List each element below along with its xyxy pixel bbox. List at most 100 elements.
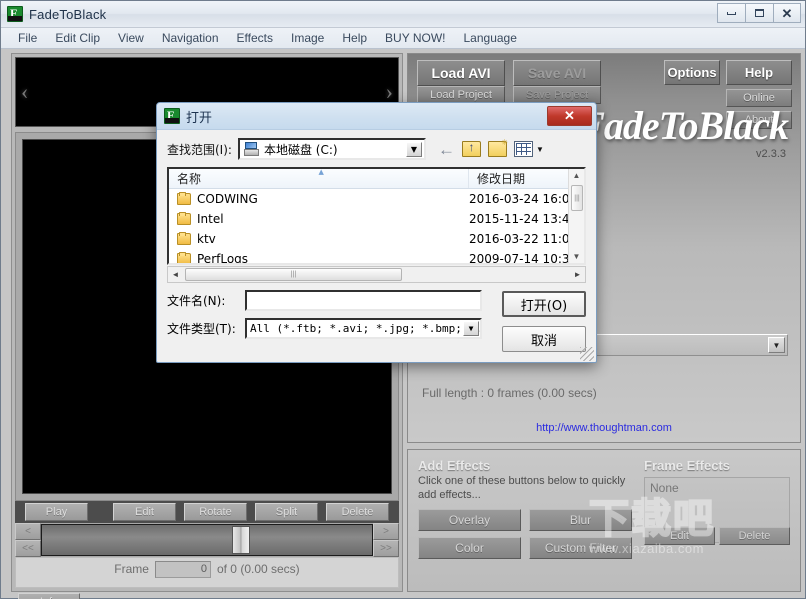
dialog-app-icon bbox=[164, 107, 180, 124]
look-in-combo[interactable]: 本地磁盘 (C:) ▼ bbox=[237, 138, 426, 160]
filetype-label: 文件类型(T): bbox=[167, 322, 236, 336]
drive-icon bbox=[243, 142, 260, 156]
filmstrip-prev-arrow[interactable]: ‹ bbox=[16, 79, 33, 105]
folder-icon bbox=[177, 252, 191, 263]
help-button[interactable]: Help bbox=[726, 60, 792, 85]
menu-item-help[interactable]: Help bbox=[333, 29, 376, 47]
file-name-cell: Intel bbox=[169, 212, 469, 226]
frame-label: Frame bbox=[114, 562, 149, 576]
timeline-right-nav: > >> bbox=[373, 523, 399, 557]
timeline-next-frame-button[interactable]: > bbox=[373, 523, 399, 540]
column-header-date[interactable]: 修改日期 bbox=[469, 169, 584, 188]
column-header-name[interactable]: 名称 bbox=[169, 168, 469, 188]
filetype-select[interactable]: All (*.ftb; *.avi; *.jpg; *.bmp; *.v ▼ bbox=[245, 318, 482, 339]
info-button[interactable]: Info bbox=[18, 593, 80, 599]
website-link[interactable]: http://www.thoughtman.com bbox=[408, 422, 800, 434]
overlay-effect-button[interactable]: Overlay bbox=[418, 508, 521, 531]
look-in-value: 本地磁盘 (C:) bbox=[263, 142, 338, 157]
file-list-header: 名称 修改日期 bbox=[169, 168, 584, 189]
app-logo-icon bbox=[7, 5, 23, 22]
split-button[interactable]: Split bbox=[255, 503, 318, 521]
file-name-cell: ktv bbox=[169, 232, 469, 246]
effect-button-grid: Overlay Blur Color Custom Filter bbox=[418, 508, 634, 559]
file-date-cell: 2009-07-14 10:3 bbox=[469, 252, 570, 263]
color-effect-button[interactable]: Color bbox=[418, 536, 521, 559]
file-name-cell: CODWING bbox=[169, 192, 469, 206]
delete-effect-button[interactable]: Delete bbox=[719, 527, 790, 545]
horizontal-scrollbar-thumb[interactable]: ||| bbox=[185, 268, 402, 281]
effects-panel: Add Effects Click one of these buttons b… bbox=[407, 449, 801, 592]
brand-block: FadeToBlack v2.3.3 bbox=[578, 106, 789, 161]
filetype-value: All (*.ftb; *.avi; *.jpg; *.bmp; *.v bbox=[250, 322, 482, 335]
frame-effects-section: Frame Effects None Edit Delete bbox=[644, 458, 790, 581]
scroll-down-icon[interactable]: ▼ bbox=[573, 250, 581, 263]
dialog-resize-grip[interactable] bbox=[580, 347, 594, 361]
views-chevron-down-icon[interactable]: ▼ bbox=[536, 145, 544, 154]
menu-item-language[interactable]: Language bbox=[455, 29, 526, 47]
rotate-button[interactable]: Rotate bbox=[184, 503, 247, 521]
custom-filter-effect-button[interactable]: Custom Filter bbox=[529, 536, 632, 559]
filetype-chevron-down-icon[interactable]: ▼ bbox=[463, 321, 479, 336]
menu-item-file[interactable]: File bbox=[9, 29, 46, 47]
frame-effects-title: Frame Effects bbox=[644, 458, 730, 473]
timeline-last-frame-button[interactable]: >> bbox=[373, 540, 399, 557]
scroll-right-icon[interactable]: ► bbox=[570, 270, 585, 279]
drive-icon-bottom bbox=[243, 149, 259, 156]
filename-input[interactable] bbox=[245, 290, 482, 311]
scroll-up-icon[interactable]: ▲ bbox=[573, 169, 581, 182]
timeline-slider[interactable] bbox=[41, 524, 373, 556]
views-icon[interactable] bbox=[513, 141, 533, 157]
back-arrow-icon[interactable]: ← bbox=[438, 141, 455, 158]
menu-item-buy-now[interactable]: BUY NOW! bbox=[376, 29, 454, 47]
file-date-cell: 2016-03-24 16:0 bbox=[469, 192, 570, 206]
menu-item-effects[interactable]: Effects bbox=[228, 29, 282, 47]
options-button[interactable]: Options bbox=[664, 60, 720, 85]
horizontal-scroll-track[interactable]: ||| bbox=[183, 267, 570, 282]
vertical-scrollbar-thumb[interactable]: ||| bbox=[571, 185, 583, 211]
add-effects-title: Add Effects bbox=[418, 458, 491, 473]
table-row[interactable]: Intel 2015-11-24 13:4 bbox=[169, 209, 584, 229]
delete-button[interactable]: Delete bbox=[326, 503, 389, 521]
timeline-prev-frame-button[interactable]: < bbox=[15, 523, 41, 540]
file-list-horizontal-scrollbar[interactable]: ◄ ||| ► bbox=[167, 266, 586, 283]
edit-button[interactable]: Edit bbox=[113, 503, 176, 521]
file-list[interactable]: 名称 修改日期 CODWING 2016-03-24 16:0 bbox=[167, 167, 586, 265]
add-effects-description: Click one of these buttons below to quic… bbox=[418, 475, 626, 501]
minimize-button[interactable] bbox=[717, 3, 745, 23]
frame-number-input[interactable]: 0 bbox=[154, 560, 211, 578]
scroll-left-icon[interactable]: ◄ bbox=[168, 270, 183, 279]
table-row[interactable]: PerfLogs 2009-07-14 10:3 bbox=[169, 249, 584, 263]
cancel-button[interactable]: 取消 bbox=[502, 326, 586, 352]
table-row[interactable]: ktv 2016-03-22 11:0 bbox=[169, 229, 584, 249]
file-name-cell: PerfLogs bbox=[169, 252, 469, 263]
menu-item-navigation[interactable]: Navigation bbox=[153, 29, 228, 47]
maximize-icon bbox=[755, 9, 764, 17]
load-avi-button[interactable]: Load AVI bbox=[417, 60, 505, 86]
table-row[interactable]: CODWING 2016-03-24 16:0 bbox=[169, 189, 584, 209]
save-avi-button[interactable]: Save AVI bbox=[513, 60, 601, 86]
up-one-level-icon[interactable] bbox=[461, 140, 481, 157]
timeline-first-frame-button[interactable]: << bbox=[15, 540, 41, 557]
menu-item-edit-clip[interactable]: Edit Clip bbox=[46, 29, 109, 47]
new-folder-icon[interactable] bbox=[487, 138, 508, 157]
frame-status-bar: Frame 0 of 0 (0.00 secs) Info bbox=[15, 557, 399, 599]
chevron-down-icon[interactable]: ▼ bbox=[768, 337, 785, 353]
blur-effect-button[interactable]: Blur bbox=[529, 508, 632, 531]
edit-effect-button[interactable]: Edit bbox=[644, 527, 715, 545]
file-date-cell: 2015-11-24 13:4 bbox=[469, 212, 570, 226]
window-title: FadeToBlack bbox=[29, 6, 107, 22]
file-date-cell: 2016-03-22 11:0 bbox=[469, 232, 570, 246]
dialog-close-button[interactable]: ✕ bbox=[547, 106, 592, 126]
look-in-chevron-down-icon[interactable]: ▼ bbox=[405, 142, 422, 157]
close-button[interactable]: ✕ bbox=[773, 3, 801, 23]
add-effects-section: Add Effects Click one of these buttons b… bbox=[418, 458, 634, 559]
file-list-vertical-scrollbar[interactable]: ▲ ||| ▼ bbox=[568, 169, 584, 263]
play-button[interactable]: Play bbox=[25, 503, 88, 521]
timeline-slider-thumb[interactable] bbox=[231, 526, 250, 554]
file-name-text: CODWING bbox=[197, 192, 258, 206]
maximize-button[interactable] bbox=[745, 3, 773, 23]
folder-icon bbox=[177, 212, 191, 225]
menu-item-image[interactable]: Image bbox=[282, 29, 333, 47]
open-button[interactable]: 打开(O) bbox=[502, 291, 586, 317]
menu-item-view[interactable]: View bbox=[109, 29, 153, 47]
